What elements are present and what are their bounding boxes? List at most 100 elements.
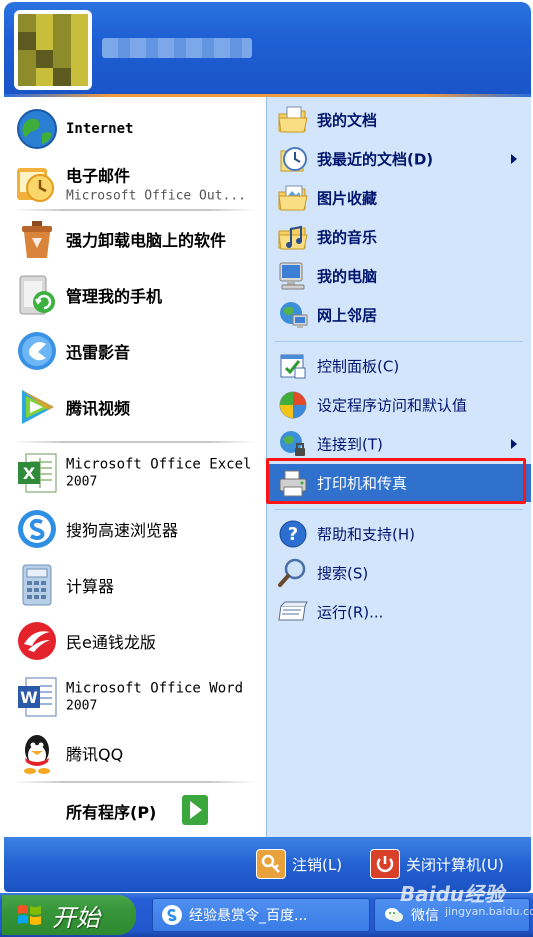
program-title: 管理我的手机 bbox=[66, 287, 163, 306]
program-text: 腾讯视频 bbox=[66, 395, 130, 419]
program-title: 强力卸载电脑上的软件 bbox=[66, 231, 227, 250]
excel-icon: X bbox=[18, 453, 57, 493]
place-recent-documents[interactable]: 我最近的文档(D) bbox=[267, 140, 531, 178]
start-label: 开始 bbox=[52, 903, 100, 932]
all-programs-separator bbox=[14, 781, 256, 783]
help-support-label: 帮助和支持(H) bbox=[317, 525, 415, 544]
item-control-panel[interactable]: 控制面板(C) bbox=[267, 347, 531, 385]
pinned-programs-pane: Internet 电子邮件 Microsoft Office Out... 强力… bbox=[4, 97, 266, 837]
program-text: 电子邮件 Microsoft Office Out... bbox=[66, 163, 246, 204]
start-menu: Internet 电子邮件 Microsoft Office Out... 强力… bbox=[0, 0, 533, 937]
program-text: 强力卸载电脑上的软件 bbox=[66, 227, 226, 251]
item-program-defaults[interactable]: 设定程序访问和默认值 bbox=[267, 386, 531, 424]
program-excel[interactable]: X Microsoft Office Excel 2007 bbox=[4, 447, 266, 499]
place-my-documents[interactable]: 我的文档 bbox=[267, 101, 531, 139]
submenu-arrow-icon bbox=[511, 154, 517, 164]
internet-explorer-icon bbox=[17, 109, 57, 149]
program-text: 腾讯QQ bbox=[66, 741, 123, 765]
my-documents-icon bbox=[278, 106, 308, 133]
logoff-label: 注销(L) bbox=[292, 855, 343, 874]
connect-to-icon bbox=[280, 431, 305, 456]
program-subtitle: 2007 bbox=[66, 698, 98, 714]
program-subtitle: 2007 bbox=[66, 474, 98, 490]
outlook-icon bbox=[17, 168, 54, 202]
program-tencent-video[interactable]: 腾讯视频 bbox=[4, 381, 266, 433]
qq-icon bbox=[24, 735, 50, 774]
program-phone-manager[interactable]: 管理我的手机 bbox=[4, 269, 266, 321]
program-uninstall[interactable]: 强力卸载电脑上的软件 bbox=[4, 213, 266, 265]
item-run[interactable]: 运行(R)... bbox=[267, 593, 531, 631]
key-icon bbox=[256, 849, 286, 879]
start-button[interactable]: 开始 bbox=[2, 895, 136, 935]
program-xunlei-player[interactable]: 迅雷影音 bbox=[4, 325, 266, 377]
run-icon bbox=[278, 601, 308, 621]
control-panel-label: 控制面板(C) bbox=[317, 357, 400, 376]
program-qq[interactable]: 腾讯QQ bbox=[4, 727, 266, 779]
place-label: 网上邻居 bbox=[317, 306, 378, 325]
program-sogou-browser[interactable]: 搜狗高速浏览器 bbox=[4, 503, 266, 555]
program-defaults-icon bbox=[279, 391, 307, 419]
program-title: 腾讯视频 bbox=[66, 399, 131, 418]
place-label: 我的音乐 bbox=[317, 228, 378, 247]
taskbar-item-sogou[interactable]: 经验悬赏令_百度... bbox=[152, 898, 370, 932]
program-subtitle: Microsoft Office Out... bbox=[66, 188, 247, 204]
word-icon: W bbox=[18, 677, 57, 717]
program-text: Internet bbox=[66, 121, 133, 137]
system-separator bbox=[275, 509, 523, 510]
user-avatar[interactable] bbox=[14, 10, 92, 90]
place-my-computer[interactable]: 我的电脑 bbox=[267, 257, 531, 295]
shutdown-button[interactable]: 关闭计算机(U) bbox=[370, 847, 504, 881]
program-email[interactable]: 电子邮件 Microsoft Office Out... bbox=[4, 157, 266, 209]
submenu-arrow-icon bbox=[511, 439, 517, 449]
all-programs-label: 所有程序(P) bbox=[66, 803, 157, 822]
places-separator bbox=[275, 341, 523, 342]
program-title: Microsoft Office Word bbox=[66, 680, 244, 697]
place-my-pictures[interactable]: 图片收藏 bbox=[267, 179, 531, 217]
username bbox=[102, 38, 252, 58]
program-title: 计算器 bbox=[66, 577, 115, 596]
watermark-url: jingyan.baidu.com bbox=[445, 905, 533, 918]
program-title: 腾讯QQ bbox=[66, 745, 124, 764]
sogou-icon bbox=[162, 905, 182, 925]
program-text: Microsoft Office Word 2007 bbox=[66, 681, 243, 714]
place-label: 我的文档 bbox=[317, 111, 378, 130]
shutdown-label: 关闭计算机(U) bbox=[406, 855, 504, 874]
calculator-icon bbox=[22, 564, 52, 606]
network-places-icon bbox=[280, 302, 308, 328]
my-music-icon bbox=[278, 225, 308, 250]
program-title: 迅雷影音 bbox=[66, 343, 131, 362]
avatar-picture bbox=[18, 14, 88, 86]
phone-manager-icon bbox=[19, 275, 55, 315]
program-text: Microsoft Office Excel 2007 bbox=[66, 457, 251, 490]
program-title: Microsoft Office Excel bbox=[66, 456, 252, 473]
item-search[interactable]: 搜索(S) bbox=[267, 554, 531, 592]
place-label: 我的电脑 bbox=[317, 267, 378, 286]
sogou-browser-icon bbox=[18, 510, 56, 548]
program-text: 管理我的手机 bbox=[66, 283, 162, 307]
program-defaults-label: 设定程序访问和默认值 bbox=[317, 396, 468, 415]
all-programs-button[interactable]: 所有程序(P) bbox=[4, 787, 266, 831]
svg-text:W: W bbox=[20, 688, 38, 707]
program-word[interactable]: W Microsoft Office Word 2007 bbox=[4, 671, 266, 723]
program-internet[interactable]: Internet bbox=[4, 103, 266, 155]
place-my-music[interactable]: 我的音乐 bbox=[267, 218, 531, 256]
program-qianlong[interactable]: 民e通钱龙版 bbox=[4, 615, 266, 667]
control-panel-icon bbox=[280, 354, 306, 379]
run-label: 运行(R)... bbox=[317, 603, 384, 622]
place-network[interactable]: 网上邻居 bbox=[267, 296, 531, 334]
item-help-support[interactable]: ? 帮助和支持(H) bbox=[267, 515, 531, 553]
place-label: 图片收藏 bbox=[317, 189, 378, 208]
recent-documents-icon bbox=[280, 147, 307, 172]
logoff-button[interactable]: 注销(L) bbox=[256, 847, 342, 881]
program-text: 民e通钱龙版 bbox=[66, 629, 156, 653]
svg-text:?: ? bbox=[288, 524, 298, 545]
xunlei-player-icon bbox=[18, 332, 56, 370]
annotation-highlight bbox=[266, 458, 526, 504]
connect-to-label: 连接到(T) bbox=[317, 435, 383, 454]
program-calculator[interactable]: 计算器 bbox=[4, 559, 266, 611]
tencent-video-icon bbox=[22, 390, 54, 424]
play-arrow-icon bbox=[182, 795, 208, 825]
program-text: 迅雷影音 bbox=[66, 339, 130, 363]
uninstall-icon bbox=[22, 221, 52, 258]
task-label: 经验悬赏令_百度... bbox=[189, 908, 308, 924]
